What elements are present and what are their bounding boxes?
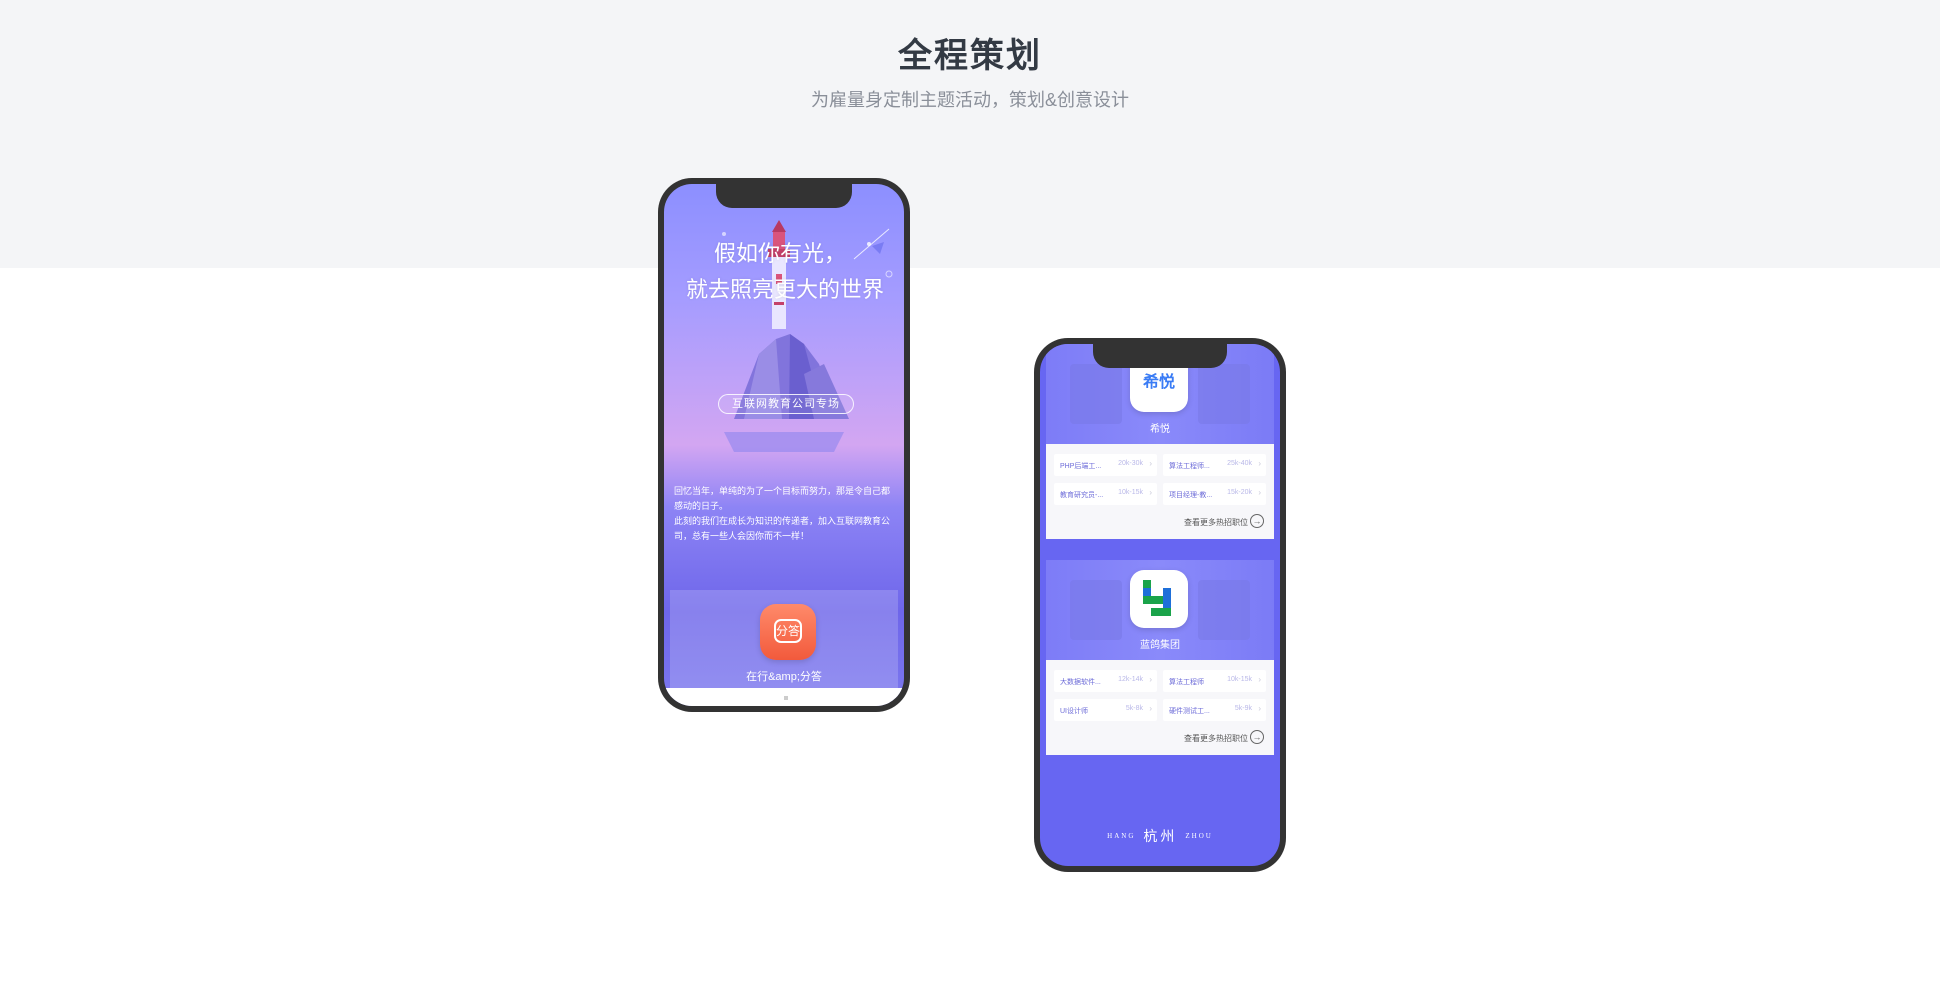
job-title: 大数据软件... [1060, 679, 1101, 686]
phone-notch [716, 184, 852, 208]
fenda-icon-glyph: 分答 [774, 619, 802, 643]
city-footer: HANG 杭州 ZHOU [1040, 826, 1280, 846]
company-panel-xiyue: 希悦 希悦 PHP后端工... 20k-30k › 算法工程师... 25k-40k ›… [1046, 344, 1274, 539]
brand-name: 在行&amp;分答 [746, 671, 822, 683]
header-blur-decoration [1198, 580, 1250, 640]
phone-mockup-left: 假如你有光， 就去照亮更大的世界 互联网教育公司专场 回忆当年，单纯的为了一个目… [658, 178, 910, 712]
job-salary: 5k-9k [1234, 705, 1252, 712]
job-item[interactable]: 教育研究员-... 10k-15k › [1054, 483, 1157, 505]
job-item[interactable]: 大数据软件... 12k-14k › [1054, 670, 1157, 692]
header-blur-decoration [1070, 580, 1122, 640]
job-title: 项目经理-教... [1169, 492, 1213, 499]
chevron-right-icon: › [1258, 459, 1261, 468]
job-salary: 10k-15k [1227, 676, 1252, 683]
chevron-right-icon: › [1258, 675, 1261, 684]
chevron-right-icon: › [1149, 488, 1152, 497]
more-jobs-label: 查看更多热招职位 [1184, 518, 1248, 527]
chevron-right-icon: › [1258, 488, 1261, 497]
jobs-card: PHP后端工... 20k-30k › 算法工程师... 25k-40k › 教育研究员… [1046, 444, 1274, 539]
jobs-card: 大数据软件... 12k-14k › 算法工程师 10k-15k › UI设计师 5k-8… [1046, 660, 1274, 755]
special-session-tag: 互联网教育公司专场 [718, 394, 854, 414]
intro-paragraph-2: 此刻的我们在成长为知识的传递者，加入互联网教育公司，总有一些人会因你而不一样！ [674, 516, 891, 541]
job-item[interactable]: PHP后端工... 20k-30k › [1054, 454, 1157, 476]
job-title: 算法工程师 [1169, 679, 1204, 686]
strip-divider [784, 696, 788, 700]
job-title: 硬件测试工... [1169, 708, 1210, 715]
company-name: 希悦 [1150, 424, 1170, 435]
job-salary: 12k-14k [1118, 676, 1143, 683]
languo-logo[interactable] [1130, 570, 1188, 628]
jobs-grid: PHP后端工... 20k-30k › 算法工程师... 25k-40k › 教育研究员… [1054, 454, 1266, 505]
chevron-right-icon: › [1149, 704, 1152, 713]
chevron-right-icon: › [1149, 675, 1152, 684]
job-item[interactable]: 硬件测试工... 5k-9k › [1163, 699, 1266, 721]
job-title: 算法工程师... [1169, 463, 1210, 470]
more-jobs-label: 查看更多热招职位 [1184, 734, 1248, 743]
arrow-right-circle-icon: → [1250, 730, 1264, 744]
job-salary: 15k-20k [1227, 489, 1252, 496]
poem-line-1: 假如你有光， [714, 241, 847, 266]
company-header: 蓝鸽集团 [1046, 560, 1274, 660]
job-item[interactable]: 算法工程师... 25k-40k › [1163, 454, 1266, 476]
screen-bottom-strip [664, 688, 904, 706]
header-blur-decoration [1198, 364, 1250, 424]
job-salary: 20k-30k [1118, 460, 1143, 467]
poem-line-2: 就去照亮更大的世界 [686, 277, 885, 302]
fenda-app-icon[interactable]: 分答 [760, 604, 816, 660]
job-salary: 10k-15k [1118, 489, 1143, 496]
job-salary: 25k-40k [1227, 460, 1252, 467]
more-jobs-link[interactable]: 查看更多热招职位 → [1054, 511, 1266, 533]
intro-paragraph-1: 回忆当年，单纯的为了一个目标而努力，那是令自己都感动的日子。 [674, 486, 891, 511]
header-blur-decoration [1070, 364, 1122, 424]
chevron-right-icon: › [1149, 459, 1152, 468]
city-en-left: HANG [1107, 832, 1136, 840]
phone-mockup-right: 希悦 希悦 PHP后端工... 20k-30k › 算法工程师... 25k-40k ›… [1034, 338, 1286, 872]
company-name: 蓝鸽集团 [1140, 640, 1180, 651]
brand-card[interactable]: 分答 在行&amp;分答 [670, 590, 898, 694]
intro-text: 回忆当年，单纯的为了一个目标而努力，那是令自己都感动的日子。 此刻的我们在成长为… [674, 484, 896, 544]
jobs-grid: 大数据软件... 12k-14k › 算法工程师 10k-15k › UI设计师 5k-8… [1054, 670, 1266, 721]
chevron-right-icon: › [1258, 704, 1261, 713]
section-title: 全程策划 [898, 37, 1042, 75]
job-item[interactable]: UI设计师 5k-8k › [1054, 699, 1157, 721]
job-title: PHP后端工... [1060, 463, 1102, 470]
arrow-right-circle-icon: → [1250, 514, 1264, 528]
phone-screen-left: 假如你有光， 就去照亮更大的世界 互联网教育公司专场 回忆当年，单纯的为了一个目… [664, 184, 904, 706]
more-jobs-link[interactable]: 查看更多热招职位 → [1054, 727, 1266, 749]
company-panel-languo: 蓝鸽集团 大数据软件... 12k-14k › 算法工程师 10k-15k › UI设计… [1046, 560, 1274, 755]
job-salary: 5k-8k [1125, 705, 1143, 712]
languo-logo-mark [1143, 580, 1171, 616]
job-title: UI设计师 [1060, 708, 1088, 715]
job-title: 教育研究员-... [1060, 492, 1104, 499]
city-en-right: ZHOU [1185, 832, 1213, 840]
city-cn: 杭州 [1143, 830, 1178, 845]
phone-notch [1093, 344, 1227, 368]
job-item[interactable]: 项目经理-教... 15k-20k › [1163, 483, 1266, 505]
job-item[interactable]: 算法工程师 10k-15k › [1163, 670, 1266, 692]
phone-screen-right: 希悦 希悦 PHP后端工... 20k-30k › 算法工程师... 25k-40k ›… [1040, 344, 1280, 866]
section-subtitle: 为雇量身定制主题活动，策划&创意设计 [810, 90, 1129, 110]
